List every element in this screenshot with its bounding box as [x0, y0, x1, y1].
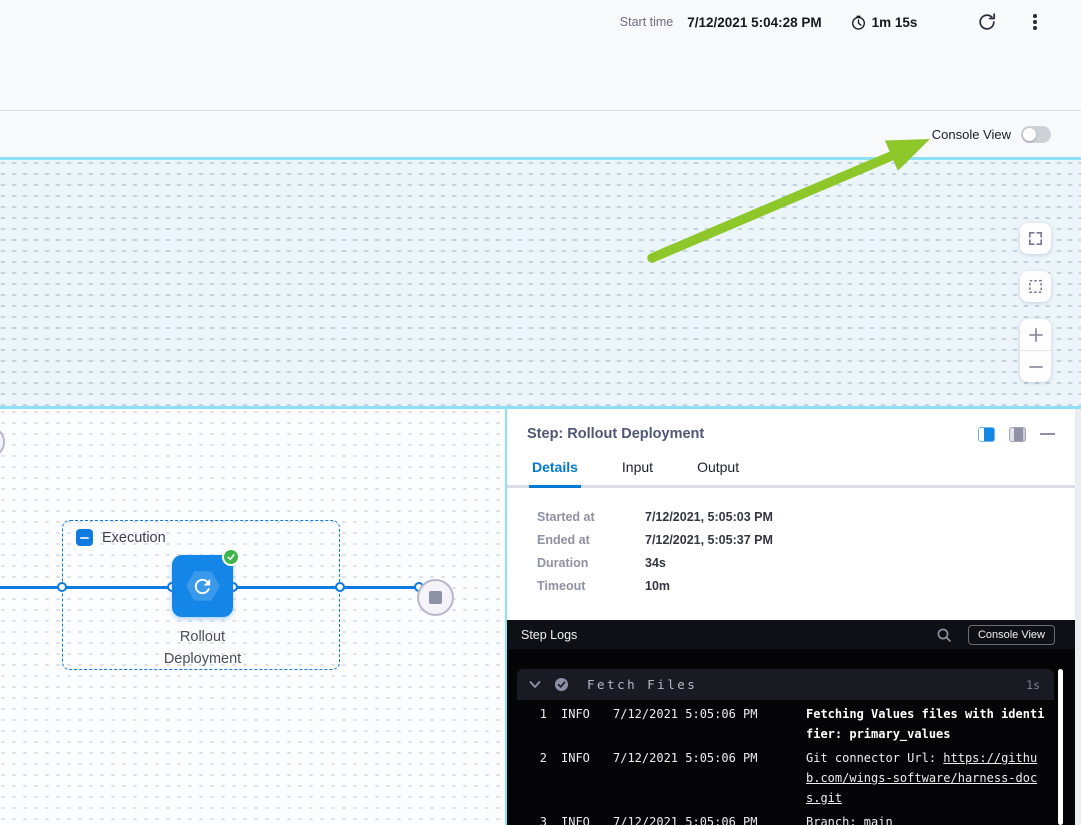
- connector-dot[interactable]: [335, 582, 345, 592]
- log-line: 2 INFO 7/12/2021 5:05:06 PM Git connecto…: [507, 748, 1081, 808]
- execution-meta-row: Start time 7/12/2021 5:04:28 PM 1m 15s: [0, 0, 1081, 34]
- log-section-fetch-files[interactable]: Fetch Files 1s: [517, 669, 1054, 700]
- dock-right-icon[interactable]: [978, 427, 995, 442]
- log-section-duration: 1s: [1026, 678, 1040, 692]
- rollout-deployment-node[interactable]: [172, 555, 233, 617]
- execution-group-header: Execution: [63, 521, 339, 546]
- fit-to-screen-icon: [1026, 277, 1045, 296]
- fit-to-screen-button[interactable]: [1020, 271, 1051, 302]
- pipeline-canvas[interactable]: [0, 157, 1081, 406]
- success-badge: [222, 548, 240, 566]
- step-logs-actions: Console View: [936, 625, 1055, 645]
- step-summary: Started at 7/12/2021, 5:05:03 PM Ended a…: [507, 488, 1081, 620]
- log-scrollbar[interactable]: [1058, 669, 1063, 825]
- minimize-panel-button[interactable]: [1040, 433, 1055, 436]
- toggle-knob: [1023, 128, 1036, 141]
- step-logs-title: Step Logs: [521, 628, 936, 642]
- elapsed-duration: 1m 15s: [850, 14, 918, 31]
- refresh-icon: [977, 12, 997, 32]
- fullscreen-button[interactable]: [1020, 223, 1051, 254]
- check-circle-icon: [554, 677, 569, 692]
- panel-scrollbar-track[interactable]: [1075, 409, 1081, 825]
- collapse-execution-button[interactable]: [76, 529, 93, 546]
- clock-icon: [850, 14, 867, 31]
- plus-icon: [1027, 326, 1045, 344]
- panel-title: Step: Rollout Deployment: [527, 426, 978, 442]
- canvas-zoom-controls: [1020, 223, 1051, 382]
- zoom-in-out-group: [1020, 319, 1051, 382]
- console-view-label: Console View: [932, 127, 1011, 142]
- start-time-value: 7/12/2021 5:04:28 PM: [687, 15, 821, 30]
- panel-header: Step: Rollout Deployment: [507, 409, 1081, 442]
- refresh-button[interactable]: [975, 10, 999, 34]
- zoom-out-button[interactable]: [1020, 351, 1051, 382]
- hexagon-shape: [183, 566, 223, 606]
- summary-row: Timeout 10m: [537, 579, 1081, 593]
- elapsed-value: 1m 15s: [872, 15, 918, 30]
- start-time-label: Start time: [620, 15, 674, 29]
- log-console-view-button[interactable]: Console View: [968, 625, 1055, 645]
- panel-header-actions: [978, 427, 1055, 442]
- summary-row: Started at 7/12/2021, 5:05:03 PM: [537, 510, 1081, 524]
- execution-group-label: Execution: [102, 530, 166, 546]
- fullscreen-icon: [1026, 229, 1045, 248]
- tab-details[interactable]: Details: [529, 459, 581, 485]
- log-line: 3 INFO 7/12/2021 5:05:06 PM Branch: main: [507, 812, 1081, 825]
- minus-icon: [1027, 358, 1045, 376]
- step-node-label: Rollout Deployment: [132, 626, 273, 670]
- step-details-panel: Step: Rollout Deployment Details Input O…: [505, 409, 1081, 825]
- log-line: 1 INFO 7/12/2021 5:05:06 PM Fetching Val…: [507, 704, 1081, 744]
- minus-icon: [80, 537, 89, 539]
- connector-dot[interactable]: [57, 582, 67, 592]
- step-detail-tabs: Details Input Output: [507, 459, 1081, 488]
- console-view-toggle[interactable]: [1021, 126, 1051, 143]
- step-logs-bar: Step Logs Console View: [507, 620, 1081, 649]
- pipeline-execution-page: Start time 7/12/2021 5:04:28 PM 1m 15s: [0, 0, 1081, 825]
- log-section-title: Fetch Files: [587, 677, 697, 692]
- log-viewer[interactable]: Fetch Files 1s 1 INFO 7/12/2021 5:05:06 …: [507, 649, 1081, 825]
- check-icon: [226, 552, 236, 562]
- summary-row: Ended at 7/12/2021, 5:05:37 PM: [537, 533, 1081, 547]
- console-view-bar: Console View: [0, 111, 1081, 157]
- summary-row: Duration 34s: [537, 556, 1081, 570]
- stage-execution-canvas[interactable]: Execution: [0, 409, 505, 825]
- search-icon[interactable]: [936, 627, 952, 643]
- tab-output[interactable]: Output: [694, 459, 742, 485]
- stop-square-icon: [429, 591, 442, 604]
- tab-input[interactable]: Input: [619, 459, 656, 485]
- zoom-in-button[interactable]: [1020, 319, 1051, 350]
- chevron-down-icon: [529, 679, 541, 690]
- more-options-button[interactable]: [1027, 12, 1043, 32]
- dock-overlay-icon[interactable]: [1009, 427, 1026, 442]
- start-node[interactable]: [0, 426, 5, 458]
- execution-header: Start time 7/12/2021 5:04:28 PM 1m 15s: [0, 0, 1081, 111]
- stage-details-split: Execution: [0, 406, 1081, 825]
- end-node[interactable]: [417, 579, 454, 616]
